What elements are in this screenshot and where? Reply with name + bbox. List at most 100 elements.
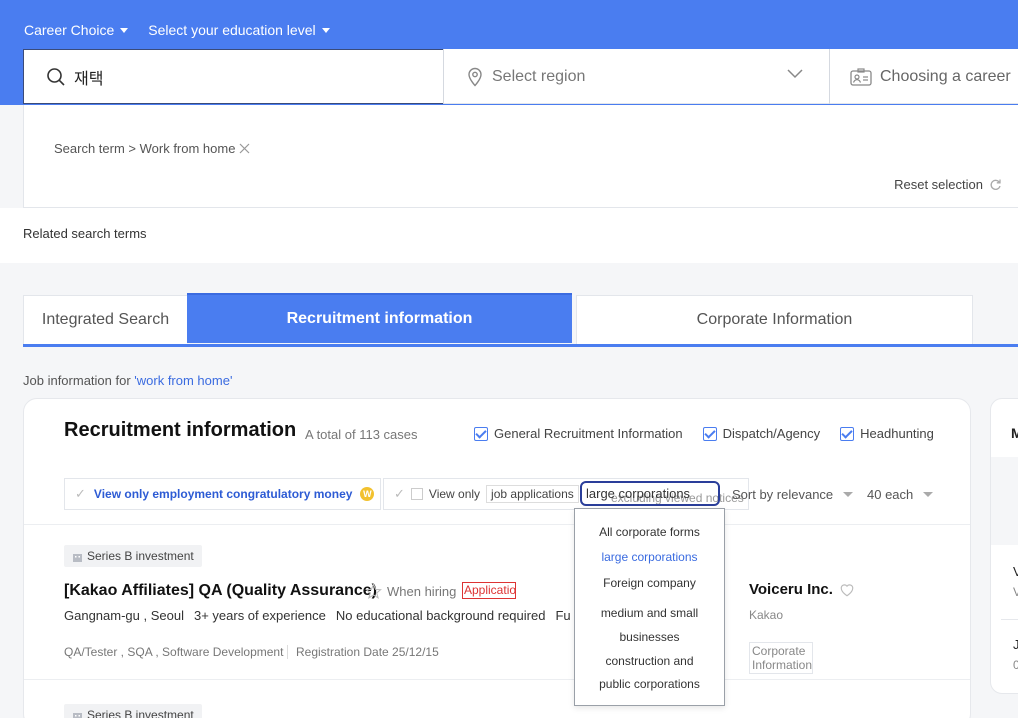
congratulatory-money-label: View only employment congratulatory mone… bbox=[93, 487, 353, 501]
side-panel-item[interactable]: J bbox=[1013, 637, 1018, 652]
deadline: When hiring bbox=[365, 583, 456, 600]
side-panel: M V V J 0 bbox=[990, 398, 1018, 694]
job-info-caption: Job information for 'work from home' bbox=[23, 373, 232, 388]
id-card-icon bbox=[850, 67, 872, 86]
general-recruitment-checkbox[interactable]: General Recruitment Information bbox=[474, 426, 683, 441]
refresh-icon bbox=[990, 179, 1001, 190]
tab-recruitment-information[interactable]: Recruitment information bbox=[187, 293, 572, 343]
building-icon bbox=[73, 712, 82, 718]
tab-underline bbox=[23, 344, 1018, 347]
dropdown-option-sme[interactable]: medium and small businesses bbox=[593, 601, 706, 649]
divider bbox=[1001, 619, 1018, 620]
career-label: Choosing a career bbox=[880, 67, 1011, 85]
side-panel-item[interactable]: V bbox=[1013, 564, 1018, 579]
coin-icon: W bbox=[360, 487, 375, 501]
check-icon: ✓ bbox=[75, 486, 86, 501]
star-icon[interactable] bbox=[365, 583, 382, 600]
tab-integrated-search[interactable]: Integrated Search bbox=[23, 295, 187, 345]
location-pin-icon bbox=[468, 67, 482, 87]
check-icon[interactable]: ✓ bbox=[394, 486, 405, 502]
investment-badge: Series B investment bbox=[64, 545, 202, 567]
recruitment-type-filters: General Recruitment Information Dispatch… bbox=[474, 426, 934, 441]
search-icon bbox=[47, 67, 65, 86]
sort-label: Sort by relevance bbox=[732, 487, 834, 502]
job-education: No educational background required bbox=[335, 608, 546, 623]
chevron-down-icon bbox=[787, 69, 803, 79]
search-term-text: Search term > Work from home bbox=[54, 141, 236, 156]
corporate-information-button[interactable]: Corporate Information bbox=[749, 642, 813, 674]
job-info-prefix: Job information for bbox=[23, 373, 135, 388]
dropdown-option-all[interactable]: All corporate forms bbox=[575, 525, 724, 539]
job-sectors: QA/Tester , SQA , Software Development bbox=[64, 645, 284, 659]
tab-corporate-information[interactable]: Corporate Information bbox=[576, 295, 973, 345]
view-only-label: View only bbox=[428, 487, 481, 501]
building-icon bbox=[73, 553, 82, 562]
region-select[interactable]: Select region bbox=[443, 49, 829, 104]
divider bbox=[24, 679, 970, 680]
job-applications-select[interactable]: job applications bbox=[486, 485, 579, 503]
chevron-down-icon bbox=[923, 492, 934, 497]
dispatch-agency-checkbox[interactable]: Dispatch/Agency bbox=[702, 426, 821, 441]
career-choice-menu[interactable]: Career Choice bbox=[24, 22, 129, 38]
career-select[interactable]: Choosing a career bbox=[829, 49, 1018, 104]
close-icon[interactable] bbox=[239, 143, 250, 154]
checkbox-icon bbox=[474, 426, 488, 441]
side-panel-title: M bbox=[1011, 425, 1018, 441]
side-panel-subtext: 0 bbox=[1013, 658, 1018, 672]
divider bbox=[24, 524, 970, 525]
top-nav: Career Choice Select your education leve… bbox=[24, 22, 330, 38]
result-tabs: Integrated Search Recruitment informatio… bbox=[23, 293, 1018, 347]
apply-button[interactable]: Application bbox=[462, 582, 516, 599]
reset-selection-button[interactable]: Reset selection bbox=[894, 177, 1002, 192]
checkbox-label: General Recruitment Information bbox=[494, 426, 683, 441]
job-title-link[interactable]: [Kakao Affiliates] QA (Quality Assurance… bbox=[64, 582, 377, 600]
corporate-form-dropdown: All corporate forms large corporations F… bbox=[574, 508, 725, 706]
per-page-label: 40 each bbox=[867, 487, 914, 502]
job-location: Gangnam-gu , Seoul bbox=[64, 608, 184, 623]
search-term-breadcrumb: Search term > Work from home bbox=[54, 141, 250, 156]
badge-label: Series B investment bbox=[87, 549, 194, 563]
job-experience: 3+ years of experience bbox=[193, 608, 326, 623]
education-level-menu[interactable]: Select your education level bbox=[148, 22, 330, 38]
related-terms-bar bbox=[0, 208, 1018, 263]
heart-icon[interactable] bbox=[839, 583, 855, 597]
checkbox-label: Dispatch/Agency bbox=[722, 426, 821, 441]
career-choice-label: Career Choice bbox=[24, 22, 115, 38]
recruitment-card: Recruitment information A total of 113 c… bbox=[23, 398, 971, 718]
filter-panel: Search term > Work from home Reset selec… bbox=[23, 105, 1018, 208]
search-input[interactable] bbox=[74, 67, 404, 86]
reset-label: Reset selection bbox=[894, 177, 983, 192]
chevron-down-icon bbox=[120, 28, 129, 33]
job-meta: Gangnam-gu , Seoul 3+ years of experienc… bbox=[64, 608, 571, 623]
checkbox-icon bbox=[840, 426, 855, 441]
dropdown-option-construction-public[interactable]: construction and public corporations bbox=[589, 650, 710, 696]
dropdown-option-large-corporations[interactable]: large corporations bbox=[575, 550, 724, 564]
checkbox-label: Headhunting bbox=[860, 426, 934, 441]
side-panel-band bbox=[991, 457, 1018, 545]
related-search-terms: Related search terms bbox=[23, 226, 147, 241]
card-title: Recruitment information bbox=[64, 419, 297, 441]
sort-select[interactable]: Sort by relevance bbox=[732, 487, 854, 502]
company-name-link[interactable]: Voiceru Inc. bbox=[749, 581, 855, 598]
chevron-down-icon bbox=[843, 492, 854, 497]
job-info-keyword: 'work from home' bbox=[134, 373, 233, 388]
search-row: Select region Choosing a career bbox=[23, 49, 1018, 104]
total-count: A total of 113 cases bbox=[305, 427, 418, 442]
side-panel-subtext: V bbox=[1013, 585, 1018, 599]
investment-badge: Series B investment bbox=[64, 704, 202, 718]
chevron-down-icon bbox=[321, 28, 330, 33]
checkbox-icon[interactable] bbox=[410, 488, 423, 500]
deadline-label: When hiring bbox=[387, 584, 457, 599]
per-page-select[interactable]: 40 each bbox=[867, 487, 934, 502]
registration-date: Registration Date 25/12/15 bbox=[287, 645, 439, 659]
dropdown-option-foreign-company[interactable]: Foreign company bbox=[575, 576, 724, 590]
corporate-form-select[interactable]: large corporations bbox=[580, 481, 720, 506]
company-name: Voiceru Inc. bbox=[749, 581, 833, 598]
job-employment-type: Fu bbox=[555, 608, 571, 623]
region-placeholder: Select region bbox=[492, 67, 586, 85]
checkbox-icon bbox=[702, 426, 717, 441]
search-box bbox=[23, 49, 443, 104]
headhunting-checkbox[interactable]: Headhunting bbox=[840, 426, 934, 441]
congratulatory-money-filter[interactable]: ✓ View only employment congratulatory mo… bbox=[64, 478, 381, 510]
education-level-label: Select your education level bbox=[148, 22, 316, 38]
